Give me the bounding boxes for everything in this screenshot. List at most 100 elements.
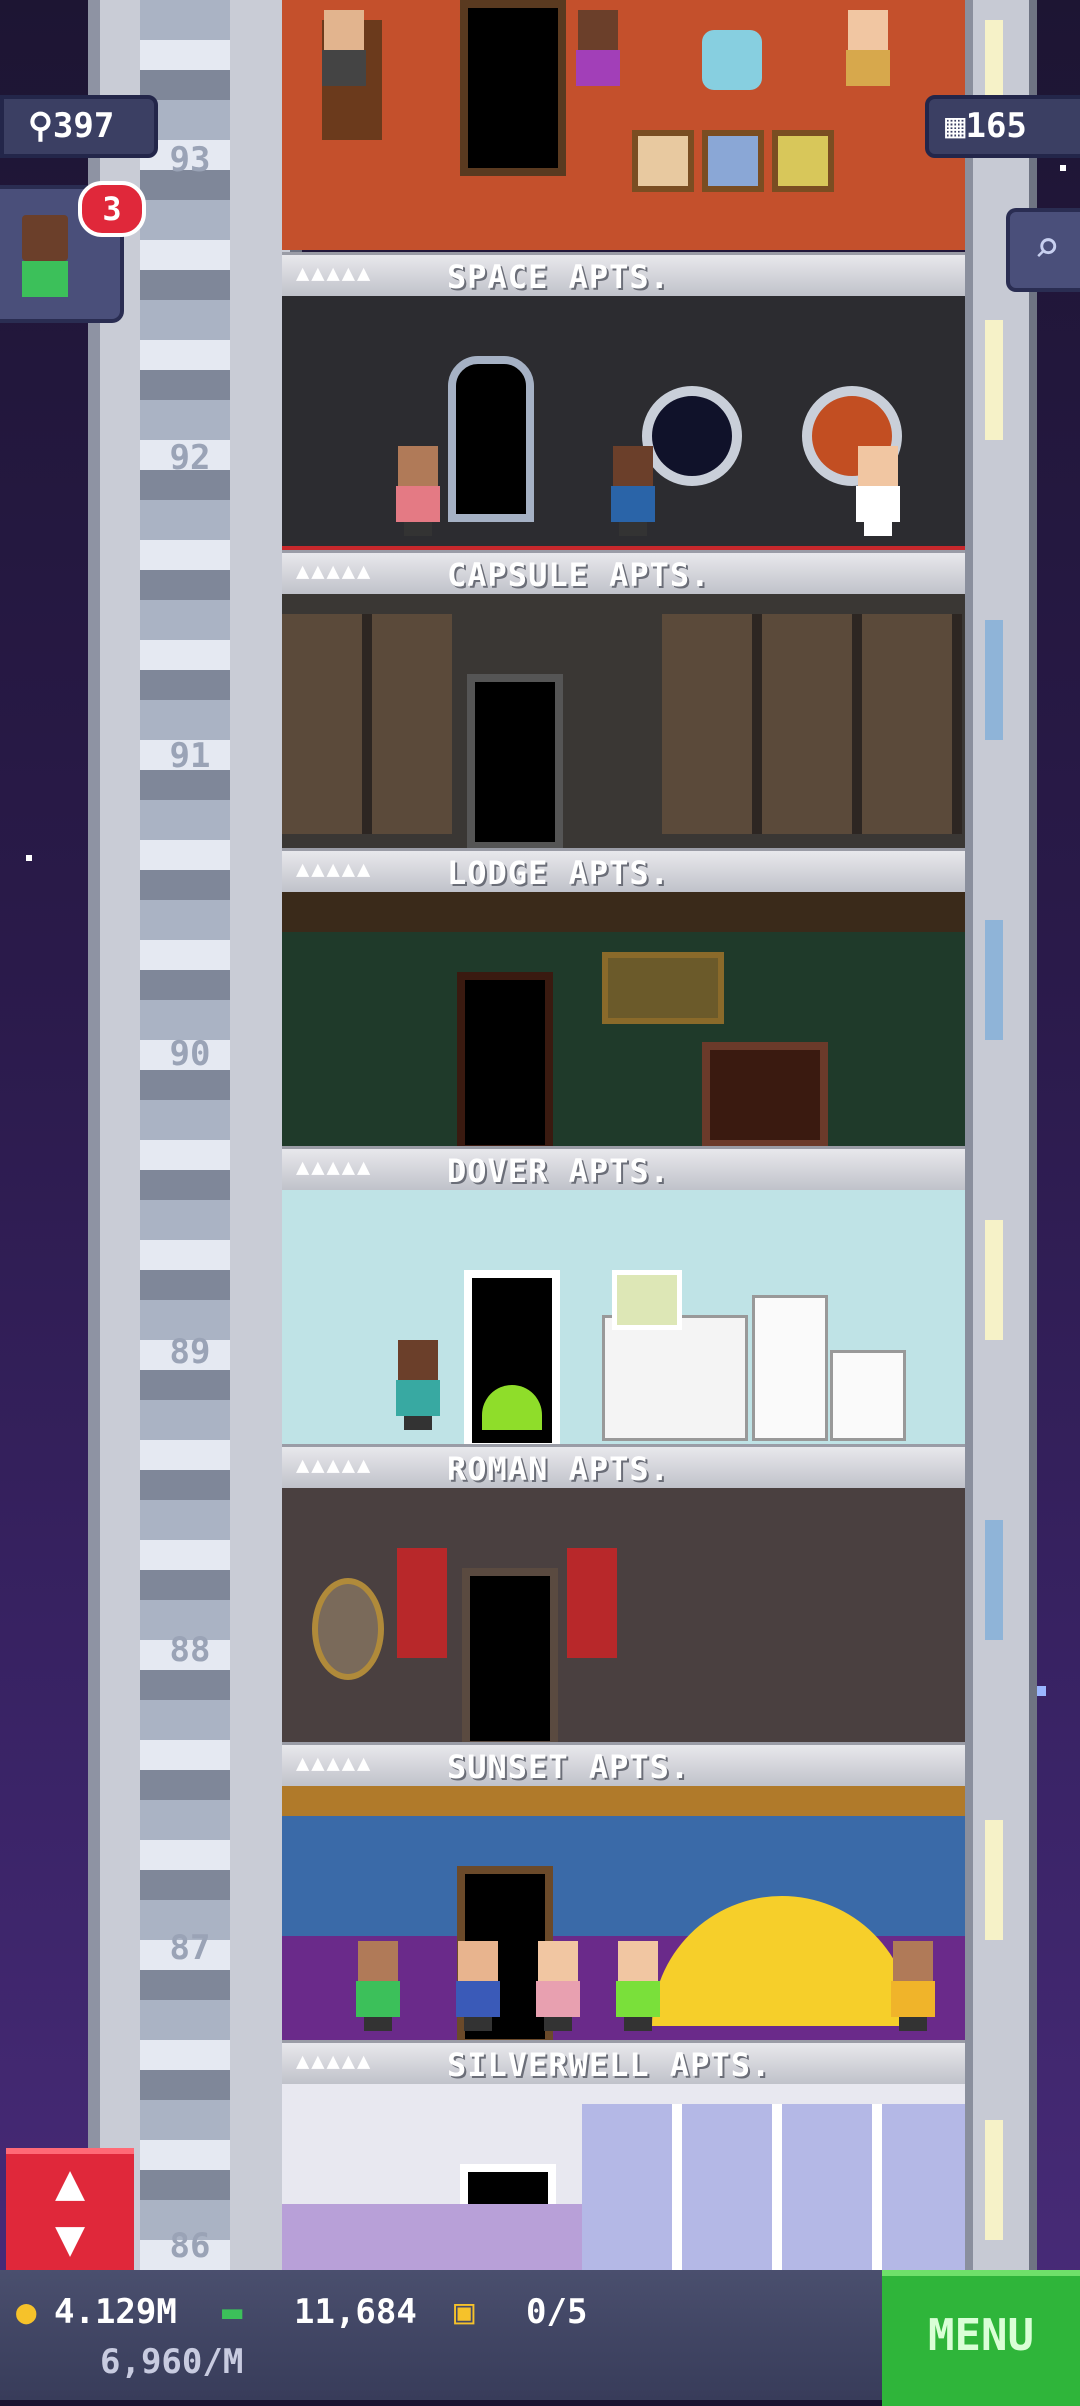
tower-window [985, 320, 1003, 440]
population-counter[interactable]: ⚲397 [0, 95, 158, 158]
elevator-arrows-icon[interactable]: ▲ ▼ [6, 2148, 134, 2280]
elevator-floor-91[interactable]: 91 [150, 736, 230, 776]
bitizen-avatar-body [22, 261, 68, 297]
floor-name: SUNSET APTS. [447, 1748, 691, 1786]
floor-name: DOVER APTS. [447, 1152, 670, 1190]
menu-button[interactable]: MENU [882, 2270, 1080, 2406]
bitizen-avatar [22, 215, 68, 261]
door [457, 972, 553, 1148]
picture-frame [612, 1270, 682, 1330]
door [448, 356, 534, 522]
person-icon: ⚲ [28, 106, 53, 146]
resident[interactable] [318, 10, 370, 100]
floor-86-room[interactable] [282, 2084, 965, 2270]
elevator-floor-93[interactable]: 93 [150, 140, 230, 180]
floors-value: 165 [965, 106, 1027, 146]
resident[interactable] [842, 10, 894, 100]
floor-rating: ▲▲▲▲▲ [296, 2049, 373, 2074]
floors-counter[interactable]: ▦165 [925, 95, 1080, 158]
resident[interactable] [452, 1941, 504, 2031]
coins-value: 4.129M [54, 2292, 177, 2332]
elevator-floor-92[interactable]: 92 [150, 438, 230, 478]
floor-93-room[interactable] [282, 0, 965, 250]
star [1060, 165, 1066, 171]
floor-rating: ▲▲▲▲▲ [296, 1155, 373, 1180]
population-value: 397 [52, 106, 115, 146]
picture-frame [702, 130, 764, 192]
door [462, 1568, 558, 1744]
floors-icon: ▦ [945, 106, 966, 146]
floor-name: CAPSULE APTS. [447, 556, 711, 594]
floor-90-room[interactable] [282, 892, 965, 1148]
tower-window [985, 1520, 1003, 1640]
fridge [752, 1295, 828, 1441]
star [26, 855, 32, 861]
floor-name: SILVERWELL APTS. [447, 2046, 772, 2084]
resident[interactable] [852, 446, 904, 536]
door [467, 674, 563, 850]
floor-89-room[interactable] [282, 1190, 965, 1446]
income-rate: 6,960/M [100, 2342, 244, 2382]
floor-rating: ▲▲▲▲▲ [296, 1751, 373, 1776]
elevator-floor-90[interactable]: 90 [150, 1034, 230, 1074]
elevator-floor-86[interactable]: 86 [150, 2226, 230, 2266]
tickets-value: 0/5 [526, 2292, 588, 2332]
resident[interactable] [887, 1941, 939, 2031]
floor-rating: ▲▲▲▲▲ [296, 1453, 373, 1478]
bux-value: 11,684 [294, 2292, 417, 2332]
search-icon[interactable]: ⌕ [1006, 208, 1080, 292]
elevator-floor-89[interactable]: 89 [150, 1332, 230, 1372]
mirror [312, 1578, 384, 1680]
floor-name: LODGE APTS. [447, 854, 670, 892]
armchair [702, 30, 762, 90]
picture-frame [632, 130, 694, 192]
floor-91-room[interactable] [282, 594, 965, 850]
floor-name: SPACE APTS. [447, 258, 670, 296]
wall-trim [282, 2204, 582, 2270]
ticket-icon: ▣ [454, 2292, 475, 2332]
resident[interactable] [532, 1941, 584, 2031]
sunset-sun [652, 1896, 912, 2026]
tower-window [985, 1820, 1003, 1940]
coin-icon: ● [16, 2292, 37, 2332]
elevator-floor-88[interactable]: 88 [150, 1630, 230, 1670]
floor-rating: ▲▲▲▲▲ [296, 261, 373, 286]
resident[interactable] [392, 1340, 444, 1430]
bitizen-notification-button[interactable]: 3 [0, 181, 146, 323]
tower-window [985, 620, 1003, 740]
elevator-floor-87[interactable]: 87 [150, 1928, 230, 1968]
large-window [582, 2104, 965, 2270]
resident[interactable] [607, 446, 659, 536]
floor-rating: ▲▲▲▲▲ [296, 857, 373, 882]
door [460, 0, 566, 176]
floor-rating: ▲▲▲▲▲ [296, 559, 373, 584]
fireplace [702, 1042, 828, 1148]
floor-92-room[interactable] [282, 296, 965, 554]
tower-window [985, 2120, 1003, 2240]
kitchen-counter [602, 1315, 748, 1441]
floor-label-capsule: ▲▲▲▲▲ CAPSULE APTS. [282, 550, 965, 595]
tower-window [985, 1220, 1003, 1340]
capsule-pods [662, 614, 962, 834]
ceiling-beam [282, 892, 965, 932]
floor-name: ROMAN APTS. [447, 1450, 670, 1488]
star [1036, 1686, 1046, 1696]
painting [602, 952, 724, 1024]
resident[interactable] [572, 10, 624, 100]
tower-window [985, 920, 1003, 1040]
capsule-pods [282, 614, 452, 834]
banner [567, 1548, 617, 1658]
floor-label-silverwell: ▲▲▲▲▲ SILVERWELL APTS. [282, 2040, 965, 2085]
floor-label-dover: ▲▲▲▲▲ DOVER APTS. [282, 1146, 965, 1191]
picture-frame [772, 130, 834, 192]
floor-87-room[interactable] [282, 1786, 965, 2042]
floor-88-room[interactable] [282, 1488, 965, 1744]
floor-label-lodge: ▲▲▲▲▲ LODGE APTS. [282, 848, 965, 893]
resident[interactable] [392, 446, 444, 536]
banner [397, 1548, 447, 1658]
stove [830, 1350, 906, 1441]
floor-label-space: ▲▲▲▲▲ SPACE APTS. [282, 252, 965, 297]
notification-badge: 3 [78, 181, 146, 237]
resident[interactable] [352, 1941, 404, 2031]
resident[interactable] [612, 1941, 664, 2031]
